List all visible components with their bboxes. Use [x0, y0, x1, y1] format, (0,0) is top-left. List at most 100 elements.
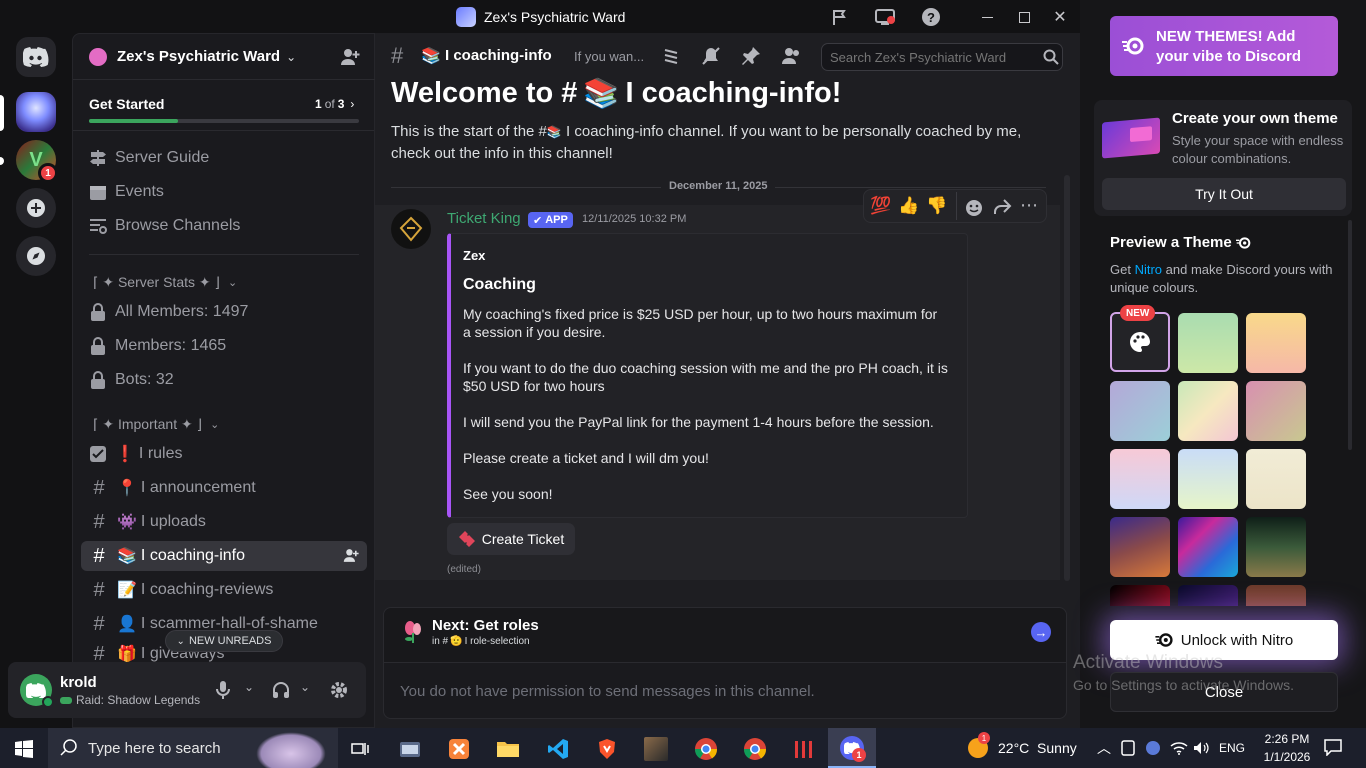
wifi-icon[interactable] [1170, 740, 1188, 756]
theme-swatch[interactable] [1178, 313, 1238, 373]
create-ticket-button[interactable]: Create Ticket [447, 523, 575, 555]
reaction-thumbs-up[interactable]: 👍 [898, 196, 919, 216]
tray-chat-icon[interactable] [1145, 740, 1161, 756]
stat-channel-bots[interactable]: Bots: 32 [81, 365, 367, 395]
headphones-icon[interactable] [272, 681, 290, 699]
settings-gear-icon[interactable] [329, 680, 349, 700]
welcome-name: I coaching-info! [625, 77, 842, 109]
theme-swatch[interactable] [1178, 381, 1238, 441]
nav-events[interactable]: Events [81, 177, 367, 207]
avatar[interactable] [391, 209, 431, 249]
invite-people-icon[interactable] [340, 48, 360, 66]
channel-announcement[interactable]: # 📍 I announcement [81, 473, 367, 503]
app-icon-discord-active[interactable]: 1 [828, 728, 876, 768]
theme-swatch[interactable] [1178, 517, 1238, 577]
try-it-out-button[interactable]: Try It Out [1102, 178, 1346, 210]
more-options-icon[interactable]: ⋯ [1020, 195, 1039, 216]
channel-uploads[interactable]: # 👾 I uploads [81, 507, 367, 537]
app-icon-file-explorer-alt[interactable] [392, 734, 428, 764]
get-started-panel[interactable]: Get Started 1 of 3 › [73, 81, 374, 131]
reaction-100[interactable]: 💯 [870, 196, 891, 216]
pin-icon[interactable] [741, 46, 761, 66]
create-invite-icon[interactable] [343, 548, 359, 563]
tray-app-icon[interactable] [1121, 740, 1135, 756]
app-icon-vscode[interactable] [540, 734, 576, 764]
discover-button[interactable] [16, 236, 56, 276]
stat-channel-all-members[interactable]: All Members: 1497 [81, 297, 367, 327]
notification-bell-muted-icon[interactable] [701, 46, 721, 66]
message-author[interactable]: Ticket King [447, 210, 521, 227]
theme-swatch[interactable] [1246, 313, 1306, 373]
clock-date[interactable]: 1/1/2026 [1259, 750, 1315, 764]
new-unreads-pill[interactable]: ⌄ NEW UNREADS [165, 630, 283, 652]
message[interactable]: Ticket King ✔ APP 12/11/2025 10:32 PM 💯 👍… [375, 189, 1060, 580]
member-list-icon[interactable] [781, 46, 801, 66]
new-themes-banner[interactable]: NEW THEMES! Add your vibe to Discord [1110, 16, 1338, 76]
task-view-icon[interactable] [342, 734, 378, 764]
forward-icon[interactable] [992, 198, 1012, 216]
language-indicator[interactable]: ENG [1219, 741, 1245, 755]
stat-channel-members[interactable]: Members: 1465 [81, 331, 367, 361]
add-reaction-icon[interactable] [964, 198, 984, 218]
panel-scrollbar[interactable] [1348, 220, 1352, 450]
clock-time[interactable]: 2:26 PM [1259, 732, 1315, 746]
server-header[interactable]: Zex's Psychiatric Ward ⌄ [73, 34, 376, 80]
app-icon-game[interactable] [638, 734, 674, 764]
threads-icon[interactable] [661, 46, 681, 66]
app-icon-riot[interactable] [786, 734, 822, 764]
theme-swatch[interactable] [1246, 585, 1306, 606]
app-icon-chrome[interactable] [737, 734, 773, 764]
reaction-thumbs-down[interactable]: 👎 [926, 196, 947, 216]
theme-swatch[interactable] [1246, 381, 1306, 441]
nav-server-guide[interactable]: Server Guide [81, 143, 367, 173]
app-icon-brave[interactable] [589, 734, 625, 764]
volume-icon[interactable] [1193, 740, 1209, 756]
scrollbar[interactable] [1064, 175, 1070, 581]
theme-swatch[interactable] [1178, 449, 1238, 509]
app-icon-file-explorer[interactable] [490, 734, 526, 764]
server-icon-zex[interactable] [16, 92, 56, 132]
nav-browse-channels[interactable]: Browse Channels [81, 211, 367, 241]
theme-swatch[interactable] [1178, 585, 1238, 606]
theme-swatch[interactable] [1246, 449, 1306, 509]
minimize-icon[interactable] [976, 6, 998, 28]
microphone-icon[interactable] [216, 680, 230, 700]
add-server-button[interactable] [16, 188, 56, 228]
taskbar-search-box[interactable]: Type here to search [48, 728, 338, 768]
custom-theme-swatch[interactable] [1110, 312, 1170, 372]
theme-swatch[interactable] [1110, 585, 1170, 606]
divider [89, 254, 359, 255]
windows-start-icon[interactable] [6, 734, 42, 764]
weather-text[interactable]: 22°C Sunny [998, 740, 1077, 756]
category-server-stats[interactable]: ⌈ ✦ Server Stats ✦ ⌋ ⌄ [93, 274, 237, 291]
category-important[interactable]: ⌈ ✦ Important ✦ ⌋ ⌄ [93, 416, 219, 433]
theme-swatch[interactable] [1110, 381, 1170, 441]
notifications-icon[interactable] [1324, 738, 1342, 756]
help-icon[interactable]: ? [920, 6, 942, 28]
search-input[interactable] [830, 48, 1035, 66]
screen-share-icon[interactable] [874, 6, 896, 28]
search-box[interactable] [821, 43, 1063, 71]
app-icon-chrome-profile[interactable] [688, 734, 724, 764]
theme-swatch[interactable] [1110, 449, 1170, 509]
theme-swatch[interactable] [1246, 517, 1306, 577]
app-icon-xampp[interactable] [441, 734, 477, 764]
channel-emoji: 📝 [117, 582, 137, 599]
channel-coaching-info[interactable]: # 📚 I coaching-info [81, 541, 367, 571]
channel-rules[interactable]: ❗ I rules [81, 439, 367, 469]
discord-home-button[interactable] [16, 37, 56, 77]
nitro-link[interactable]: Nitro [1135, 262, 1162, 277]
chevron-down-icon[interactable]: ⌄ [300, 680, 310, 694]
arrow-right-icon[interactable]: → [1031, 622, 1051, 642]
inbox-flag-icon[interactable] [829, 6, 851, 28]
theme-swatch[interactable] [1110, 517, 1170, 577]
activate-windows-title: Activate Windows [1073, 652, 1223, 673]
chevron-up-icon[interactable]: ︿ [1097, 738, 1111, 758]
channel-topic[interactable]: If you wan... [574, 49, 644, 64]
chevron-down-icon[interactable]: ⌄ [244, 680, 254, 694]
close-window-icon[interactable]: ✕ [1049, 6, 1071, 28]
next-step-banner[interactable]: Next: Get roles in # 🫡 I role-selection … [384, 608, 1066, 663]
maximize-icon[interactable] [1013, 6, 1035, 28]
channel-coaching-reviews[interactable]: # 📝 I coaching-reviews [81, 575, 367, 605]
weather-sun-icon[interactable]: 1 [966, 732, 990, 760]
